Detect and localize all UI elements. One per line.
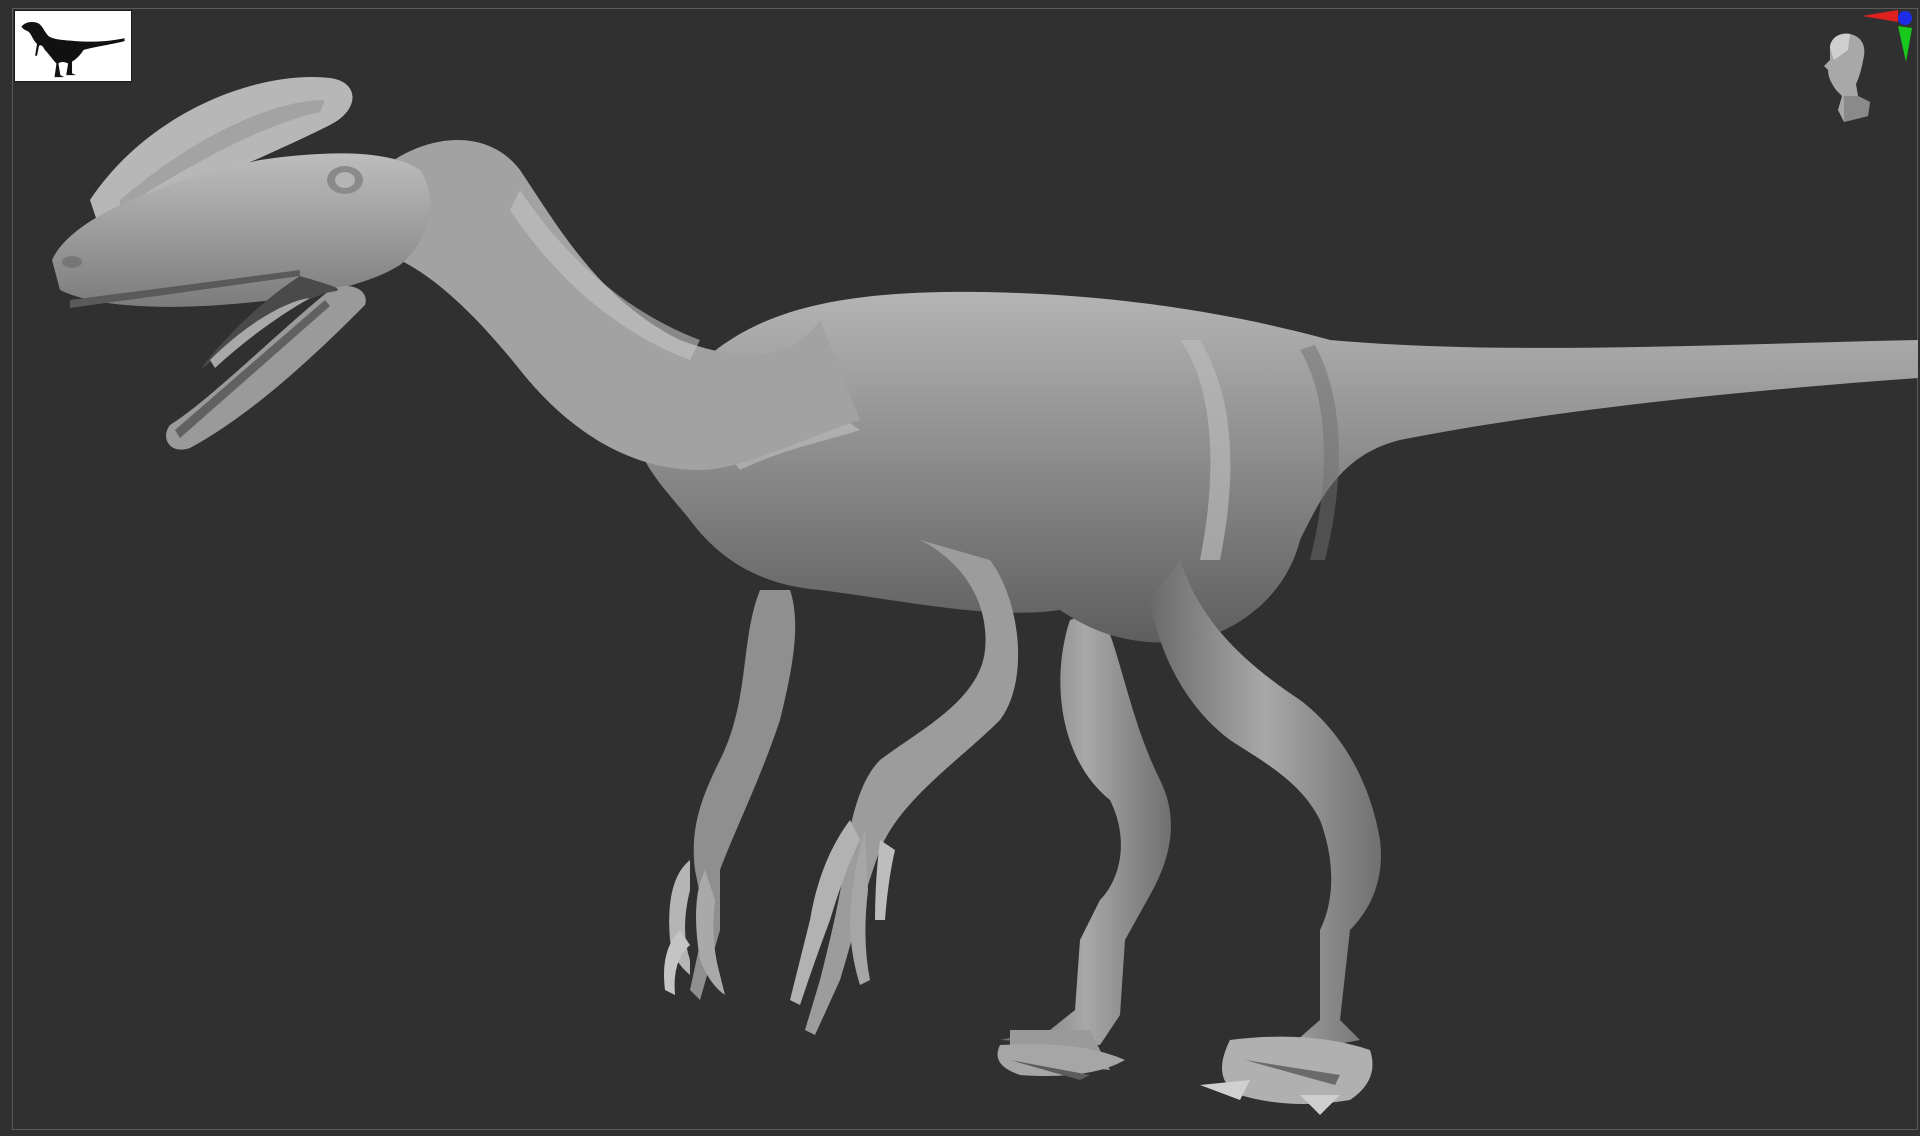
head [52,77,431,450]
near-forearm [790,540,1019,1035]
far-hind-leg [997,610,1171,1080]
dinosaur-silhouette-icon [15,11,131,81]
dinosaur-sculpt-model[interactable] [0,0,1920,1136]
reference-thumbnail[interactable] [14,10,132,82]
head-orientation-gizmo-icon [1824,10,1912,122]
y-axis-arrow-icon [1898,26,1912,62]
body-and-tail [640,291,1918,643]
near-hind-leg [1150,560,1381,1115]
x-axis-arrow-icon [1862,10,1898,22]
navigation-gizmo[interactable] [1800,4,1916,128]
neck [380,140,860,470]
sculpt-viewport[interactable] [0,0,1920,1136]
far-forearm [664,590,796,1000]
z-axis-dot-icon [1898,11,1912,25]
